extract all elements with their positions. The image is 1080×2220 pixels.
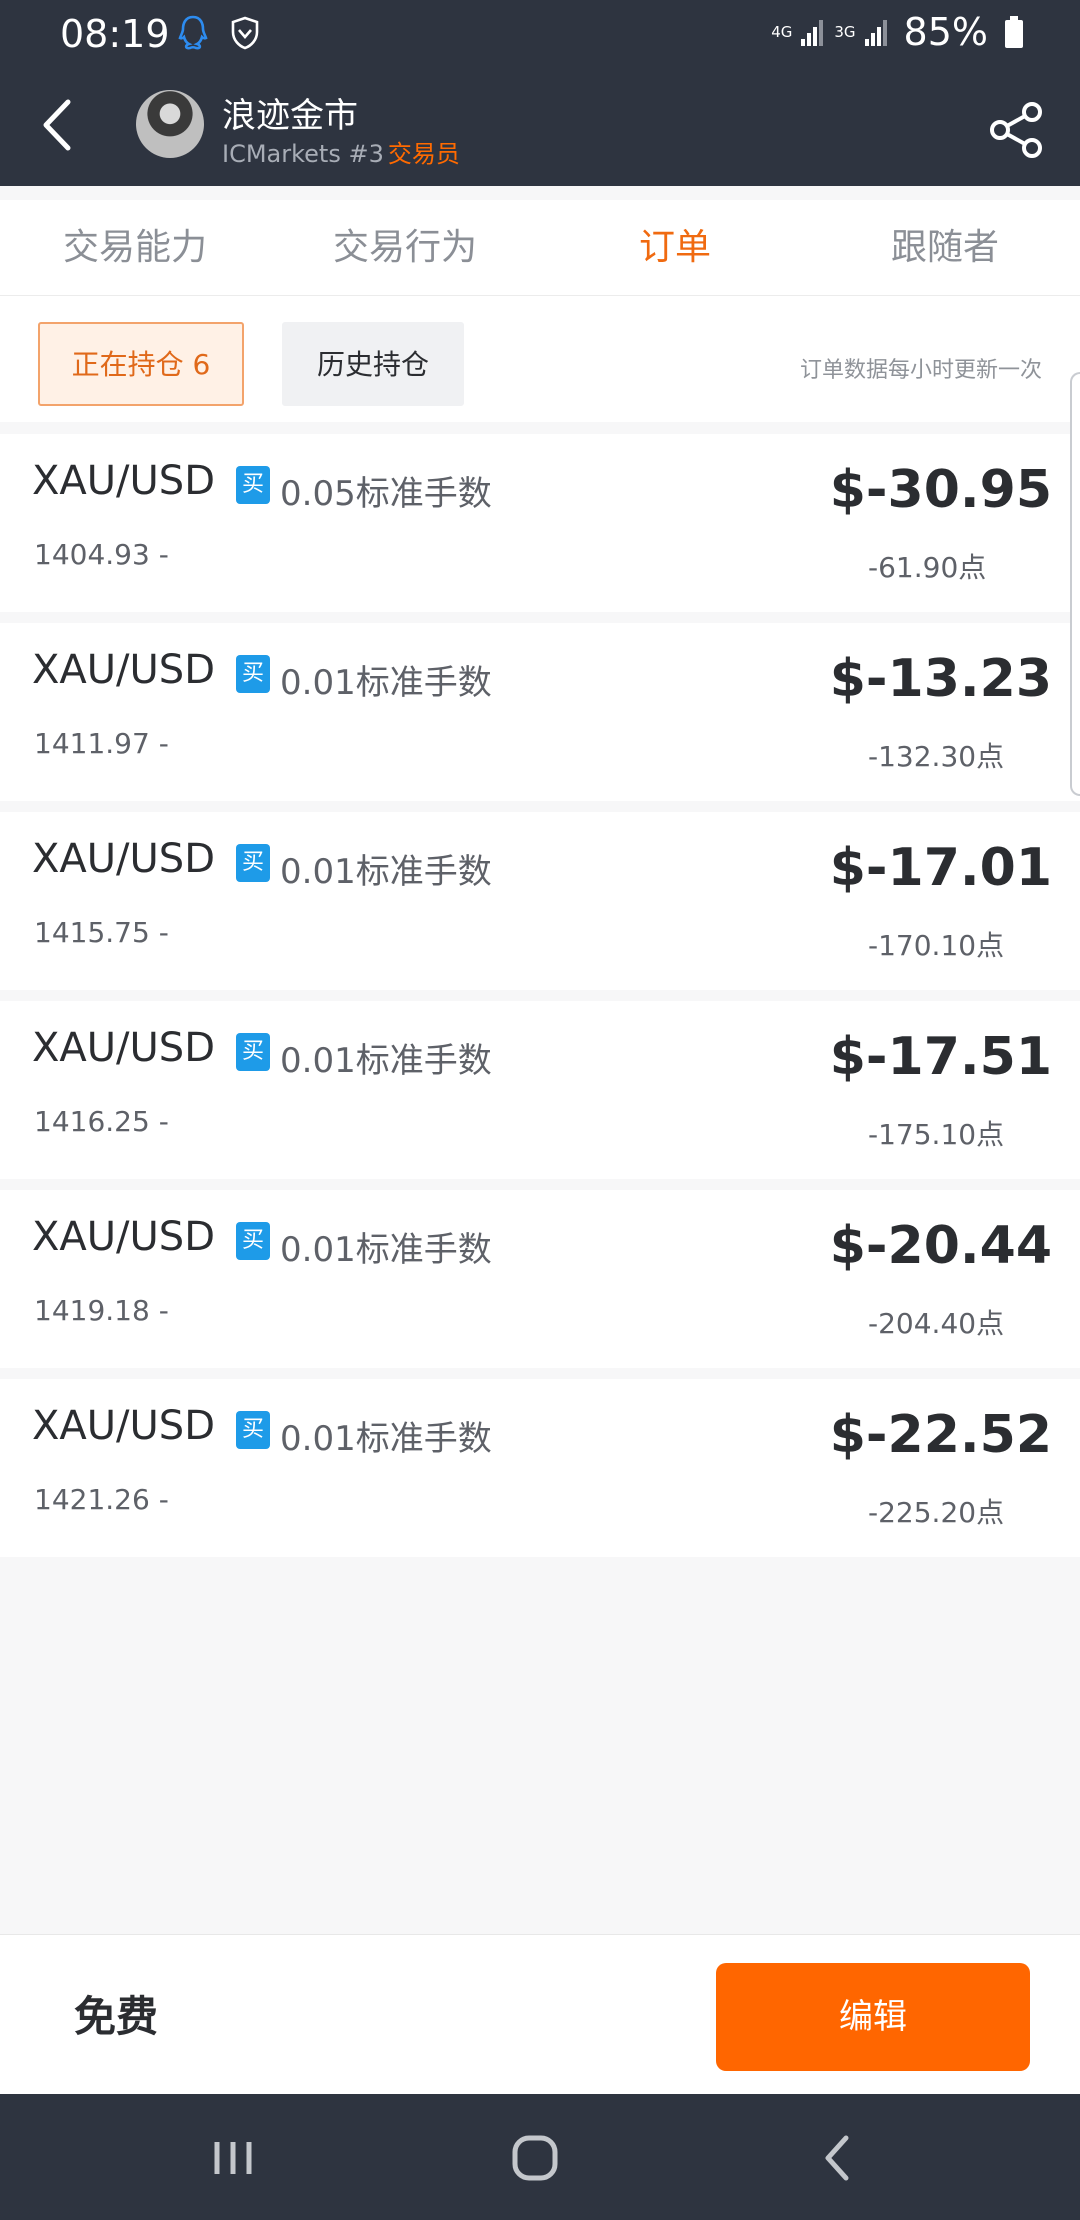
chevron-left-icon: [43, 99, 71, 151]
order-lots: 0.01标准手数: [280, 852, 492, 892]
network-3g-label: 3G: [834, 23, 856, 41]
tab-followers[interactable]: 跟随者: [810, 200, 1080, 295]
order-row[interactable]: XAU/USD 买 0.05标准手数 1404.93 - $-30.95 -61…: [0, 434, 1080, 612]
tab-trading-behavior[interactable]: 交易行为: [270, 200, 540, 295]
order-profit: $-17.01: [829, 838, 1052, 898]
buy-badge: 买: [236, 844, 270, 882]
order-points: -225.20点: [868, 1496, 1005, 1529]
bottom-action-bar: 免费 编辑: [0, 1934, 1080, 2094]
status-time: 08:19: [60, 12, 170, 56]
order-open-price: 1411.97 -: [34, 727, 169, 760]
history-positions-button[interactable]: 历史持仓: [282, 322, 464, 406]
open-positions-button[interactable]: 正在持仓 6: [38, 322, 244, 406]
network-4g-label: 4G: [771, 23, 793, 41]
filter-row: 正在持仓 6 历史持仓 订单数据每小时更新一次: [0, 296, 1080, 422]
battery-icon: [1005, 16, 1023, 48]
order-profit: $-20.44: [829, 1216, 1052, 1276]
order-points: -175.10点: [868, 1118, 1005, 1151]
order-row[interactable]: XAU/USD 买 0.01标准手数 1421.26 - $-22.52 -22…: [0, 1379, 1080, 1557]
back-icon[interactable]: [808, 2130, 868, 2186]
order-row[interactable]: XAU/USD 买 0.01标准手数 1411.97 - $-13.23 -13…: [0, 623, 1080, 801]
share-icon[interactable]: [986, 100, 1046, 160]
order-row[interactable]: XAU/USD 买 0.01标准手数 1419.18 - $-20.44 -20…: [0, 1190, 1080, 1368]
order-open-price: 1416.25 -: [34, 1105, 169, 1138]
signal-icon-2: [864, 20, 887, 46]
tab-trading-ability[interactable]: 交易能力: [0, 200, 270, 295]
order-points: -204.40点: [868, 1307, 1005, 1340]
order-profit: $-13.23: [829, 649, 1052, 709]
orders-list: XAU/USD 买 0.05标准手数 1404.93 - $-30.95 -61…: [0, 434, 1080, 1568]
order-lots: 0.05标准手数: [280, 474, 492, 514]
back-button[interactable]: [30, 94, 84, 156]
trader-avatar[interactable]: [136, 90, 204, 158]
update-note: 订单数据每小时更新一次: [799, 358, 1042, 383]
order-open-price: 1421.26 -: [34, 1483, 169, 1516]
order-lots: 0.01标准手数: [280, 1041, 492, 1081]
signal-icon: [801, 20, 824, 46]
order-symbol: XAU/USD: [32, 1403, 215, 1449]
shield-icon: [231, 16, 259, 50]
order-row[interactable]: XAU/USD 买 0.01标准手数 1416.25 - $-17.51 -17…: [0, 1001, 1080, 1179]
buy-badge: 买: [236, 1222, 270, 1260]
order-points: -132.30点: [868, 740, 1005, 773]
order-open-price: 1415.75 -: [34, 916, 169, 949]
buy-badge: 买: [236, 466, 270, 504]
edit-button[interactable]: 编辑: [716, 1963, 1030, 2071]
home-icon[interactable]: [505, 2130, 565, 2186]
order-points: -170.10点: [868, 929, 1005, 962]
system-nav-bar: [0, 2094, 1080, 2220]
broker-label: ICMarkets #3: [222, 140, 384, 168]
order-symbol: XAU/USD: [32, 836, 215, 882]
order-lots: 0.01标准手数: [280, 1419, 492, 1459]
trader-name: 浪迹金市: [222, 96, 358, 136]
order-lots: 0.01标准手数: [280, 663, 492, 703]
battery-percent: 85%: [903, 10, 988, 54]
trader-subtitle: ICMarkets #3 交易员: [222, 134, 460, 169]
order-symbol: XAU/USD: [32, 647, 215, 693]
app-header: 浪迹金市 ICMarkets #3 交易员: [0, 64, 1080, 186]
order-row[interactable]: XAU/USD 买 0.01标准手数 1415.75 - $-17.01 -17…: [0, 812, 1080, 990]
order-open-price: 1404.93 -: [34, 538, 169, 571]
order-profit: $-17.51: [829, 1027, 1052, 1087]
role-label: 交易员: [387, 140, 460, 168]
tab-bar: 交易能力 交易行为 订单 跟随者: [0, 200, 1080, 296]
buy-badge: 买: [236, 1411, 270, 1449]
order-lots: 0.01标准手数: [280, 1230, 492, 1270]
recents-icon[interactable]: [203, 2130, 263, 2186]
status-indicators: 4G 3G 85%: [771, 10, 1024, 54]
order-open-price: 1419.18 -: [34, 1294, 169, 1327]
edge-scroll-handle[interactable]: [1070, 372, 1080, 796]
order-symbol: XAU/USD: [32, 1214, 215, 1260]
subscription-price: 免费: [74, 1992, 159, 2041]
tab-orders[interactable]: 订单: [540, 200, 810, 295]
order-symbol: XAU/USD: [32, 458, 215, 504]
order-symbol: XAU/USD: [32, 1025, 215, 1071]
buy-badge: 买: [236, 1033, 270, 1071]
buy-badge: 买: [236, 655, 270, 693]
order-points: -61.90点: [868, 551, 987, 584]
order-profit: $-22.52: [829, 1405, 1052, 1465]
qq-notification-icon: [178, 15, 208, 50]
order-profit: $-30.95: [829, 460, 1052, 520]
status-bar: 08:19 4G 3G 85%: [0, 0, 1080, 64]
